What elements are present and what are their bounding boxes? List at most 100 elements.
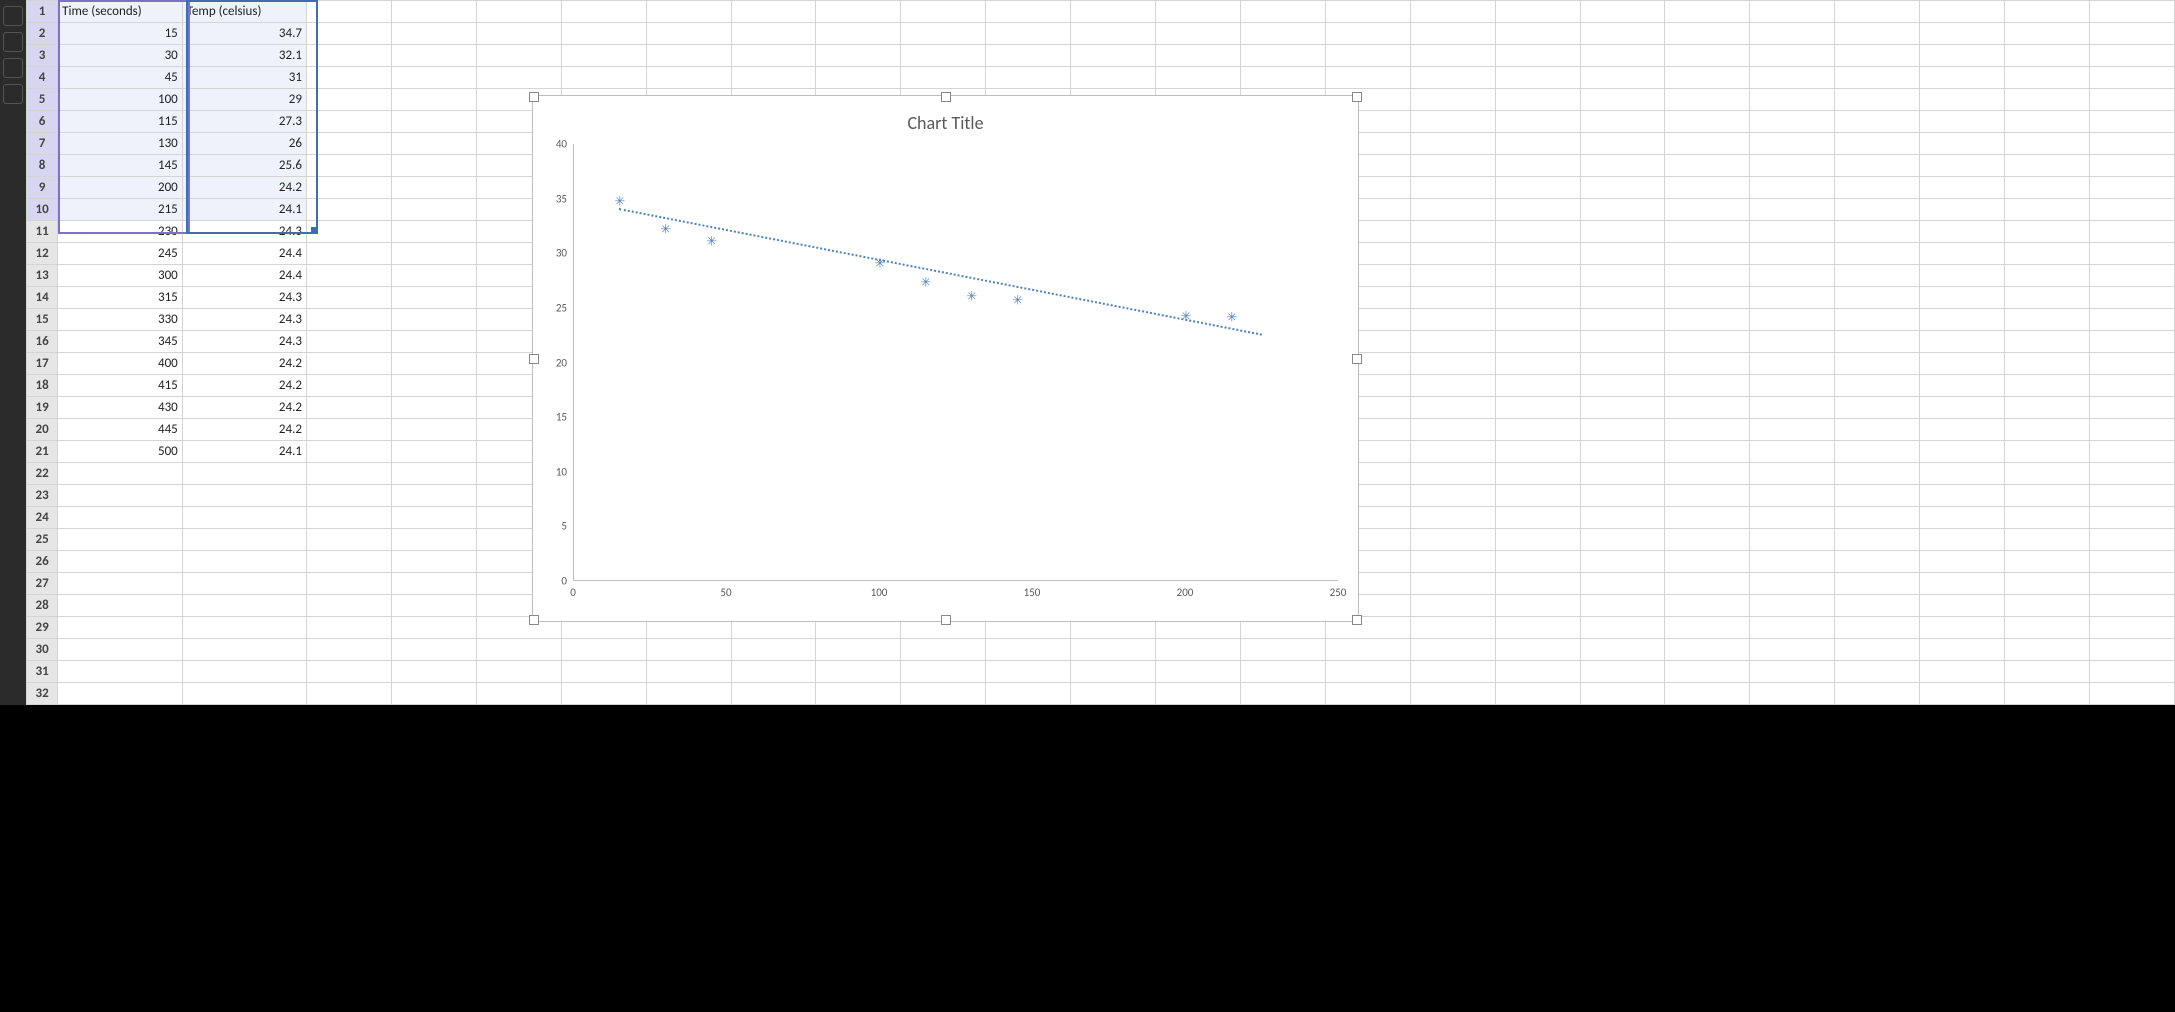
cell[interactable] — [306, 617, 391, 639]
cell[interactable] — [986, 67, 1071, 89]
cell[interactable] — [306, 485, 391, 507]
cell[interactable] — [646, 1, 731, 23]
cell[interactable] — [1835, 309, 1920, 331]
cell[interactable] — [1410, 331, 1495, 353]
cell[interactable] — [1665, 485, 1750, 507]
cell[interactable] — [1240, 661, 1325, 683]
row-header[interactable]: 15 — [27, 309, 58, 331]
cell[interactable] — [1835, 45, 1920, 67]
cell[interactable] — [1665, 353, 1750, 375]
cell[interactable] — [2005, 309, 2090, 331]
chart-resize-handle[interactable] — [1352, 92, 1362, 102]
cell[interactable] — [816, 23, 901, 45]
cell[interactable] — [2090, 353, 2175, 375]
cell[interactable] — [1665, 309, 1750, 331]
cell[interactable] — [1835, 419, 1920, 441]
cell[interactable]: 24.3 — [182, 309, 306, 331]
cell[interactable]: 25.6 — [182, 155, 306, 177]
cell[interactable] — [1410, 67, 1495, 89]
toolbar-icon[interactable] — [3, 32, 23, 52]
cell[interactable]: 24.2 — [182, 353, 306, 375]
cell[interactable] — [561, 683, 646, 705]
cell[interactable] — [2005, 67, 2090, 89]
cell[interactable] — [1495, 331, 1580, 353]
cell[interactable] — [1071, 1, 1156, 23]
cell[interactable] — [816, 639, 901, 661]
row-header[interactable]: 22 — [27, 463, 58, 485]
row-header[interactable]: 8 — [27, 155, 58, 177]
row-header[interactable]: 17 — [27, 353, 58, 375]
cell[interactable] — [1410, 199, 1495, 221]
cell[interactable]: 215 — [58, 199, 183, 221]
cell[interactable] — [1750, 529, 1835, 551]
cell[interactable] — [1495, 595, 1580, 617]
cell[interactable] — [182, 595, 306, 617]
cell[interactable] — [1495, 199, 1580, 221]
cell[interactable] — [1750, 375, 1835, 397]
cell[interactable] — [1920, 45, 2005, 67]
cell[interactable] — [1495, 133, 1580, 155]
cell[interactable] — [306, 265, 391, 287]
cell[interactable]: 200 — [58, 177, 183, 199]
cell[interactable] — [1580, 155, 1665, 177]
cell[interactable] — [1580, 221, 1665, 243]
row-header[interactable]: 4 — [27, 67, 58, 89]
cell[interactable] — [1156, 661, 1241, 683]
cell[interactable] — [2005, 375, 2090, 397]
cell[interactable] — [1835, 551, 1920, 573]
cell[interactable] — [2090, 309, 2175, 331]
cell[interactable] — [561, 661, 646, 683]
cell[interactable] — [1495, 287, 1580, 309]
cell[interactable] — [2090, 243, 2175, 265]
cell[interactable] — [2090, 331, 2175, 353]
row-header[interactable]: 2 — [27, 23, 58, 45]
cell[interactable] — [58, 507, 183, 529]
cell[interactable] — [391, 89, 476, 111]
cell[interactable] — [646, 67, 731, 89]
cell[interactable] — [1156, 639, 1241, 661]
cell[interactable] — [2005, 529, 2090, 551]
cell[interactable] — [1580, 23, 1665, 45]
cell[interactable] — [1410, 155, 1495, 177]
cell[interactable] — [731, 23, 816, 45]
cell[interactable] — [901, 67, 986, 89]
cell[interactable] — [2005, 639, 2090, 661]
cell[interactable] — [1750, 111, 1835, 133]
cell[interactable] — [1325, 1, 1410, 23]
cell[interactable] — [1495, 419, 1580, 441]
cell[interactable] — [1580, 243, 1665, 265]
cell[interactable] — [306, 133, 391, 155]
chart-resize-handle[interactable] — [529, 354, 539, 364]
cell[interactable] — [1835, 111, 1920, 133]
cell[interactable] — [391, 639, 476, 661]
cell[interactable] — [306, 111, 391, 133]
cell[interactable] — [1325, 683, 1410, 705]
cell[interactable] — [182, 529, 306, 551]
cell[interactable] — [391, 397, 476, 419]
cell[interactable] — [306, 287, 391, 309]
cell[interactable] — [2090, 507, 2175, 529]
cell[interactable] — [1495, 309, 1580, 331]
cell[interactable] — [1410, 89, 1495, 111]
cell[interactable] — [2090, 683, 2175, 705]
cell[interactable] — [1835, 397, 1920, 419]
cell[interactable] — [1665, 529, 1750, 551]
cell[interactable] — [816, 1, 901, 23]
cell[interactable] — [476, 683, 561, 705]
cell[interactable]: 32.1 — [182, 45, 306, 67]
cell[interactable]: 29 — [182, 89, 306, 111]
cell[interactable] — [1495, 639, 1580, 661]
cell[interactable] — [391, 353, 476, 375]
cell[interactable] — [391, 177, 476, 199]
cell[interactable]: 24.2 — [182, 375, 306, 397]
cell[interactable] — [306, 309, 391, 331]
cell[interactable] — [391, 573, 476, 595]
cell[interactable] — [2005, 23, 2090, 45]
row-header[interactable]: 28 — [27, 595, 58, 617]
cell[interactable] — [1920, 683, 2005, 705]
cell[interactable] — [1410, 529, 1495, 551]
cell[interactable] — [1495, 683, 1580, 705]
cell[interactable] — [1495, 89, 1580, 111]
cell[interactable] — [1750, 199, 1835, 221]
cell[interactable] — [476, 1, 561, 23]
